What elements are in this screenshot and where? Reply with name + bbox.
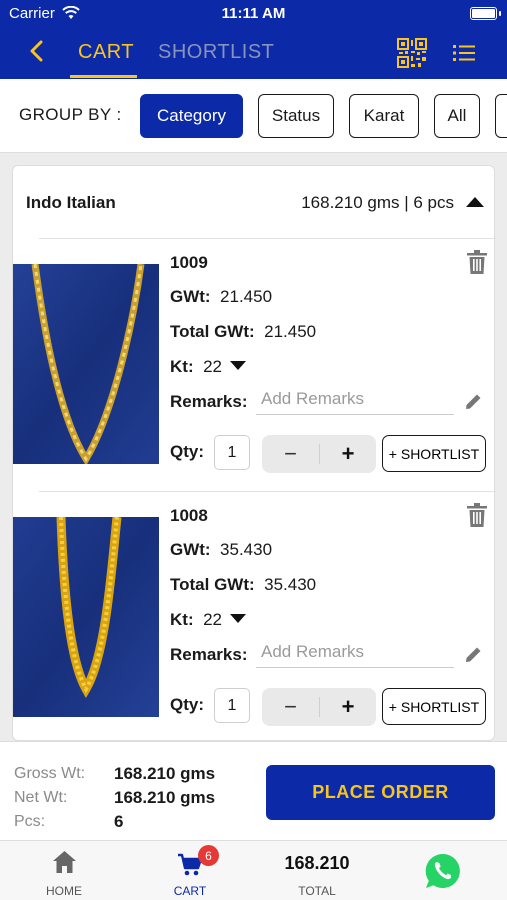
quantity-stepper: − + [262, 688, 376, 726]
qty-field[interactable]: 1 [214, 435, 250, 470]
order-summary: Gross Wt: 168.210 gms Net Wt: 168.210 gm… [0, 741, 507, 840]
group-by-label: GROUP BY : [19, 105, 122, 124]
group-by-bar: GROUP BY : Category Status Karat All [0, 79, 507, 153]
karat-selector[interactable]: Kt: 22 [170, 357, 246, 377]
net-wt-value: 168.210 gms [114, 788, 216, 807]
whatsapp-icon[interactable] [424, 852, 462, 890]
gwt-value: 21.450 [220, 287, 273, 306]
decrement-button[interactable]: − [262, 688, 319, 726]
bottom-tab-bar: HOME CART 6 168.210 TOTAL [0, 840, 507, 900]
pcs-label: Pcs: [14, 813, 46, 830]
gross-weight-row: GWt: 35.430 [170, 540, 272, 560]
kt-label: Kt: [170, 357, 194, 376]
delete-icon[interactable] [467, 250, 487, 274]
tab-cart[interactable]: CART [78, 41, 134, 64]
total-gwt-label: Total GWt: [170, 322, 255, 341]
group-chip-status[interactable]: Status [258, 94, 334, 138]
remarks-input[interactable] [256, 383, 454, 415]
gwt-label: GWt: [170, 287, 211, 306]
group-chip-more[interactable] [495, 94, 507, 138]
decrement-button[interactable]: − [262, 435, 319, 473]
edit-pencil-icon[interactable] [464, 645, 483, 664]
quantity-stepper: − + [262, 435, 376, 473]
tab-total-label: TOTAL [298, 884, 336, 898]
cart-count-badge: 6 [198, 845, 219, 866]
karat-selector[interactable]: Kt: 22 [170, 610, 246, 630]
tab-shortlist[interactable]: SHORTLIST [158, 41, 274, 64]
total-weight-value: 168.210 [284, 853, 350, 873]
total-gwt-value: 21.450 [264, 322, 317, 341]
nav-bar: CART SHORTLIST [0, 28, 507, 79]
group-chip-category[interactable]: Category [140, 94, 243, 138]
remarks-input[interactable] [256, 636, 454, 668]
group-summary: 168.210 gms | 6 pcs [301, 193, 454, 212]
group-chip-karat[interactable]: Karat [349, 94, 419, 138]
edit-pencil-icon[interactable] [464, 392, 483, 411]
remarks-row: Remarks: [170, 392, 248, 412]
pcs-value: 6 [114, 812, 124, 831]
gross-wt-value: 168.210 gms [114, 764, 216, 783]
place-order-button[interactable]: PLACE ORDER [266, 765, 495, 820]
group-card: Indo Italian 168.210 gms | 6 pcs 1009 GW… [12, 165, 496, 741]
remarks-label: Remarks: [170, 645, 248, 664]
status-bar: Carrier 11:11 AM [0, 0, 507, 28]
tab-total[interactable]: 168.210 TOTAL [272, 841, 362, 900]
net-wt-label: Net Wt: [14, 789, 68, 806]
chevron-down-icon[interactable] [229, 361, 246, 370]
battery-icon [470, 7, 501, 20]
increment-button[interactable]: + [320, 435, 376, 473]
chevron-down-icon[interactable] [229, 614, 246, 623]
group-chip-all[interactable]: All [434, 94, 480, 138]
product-image[interactable] [13, 517, 159, 717]
remarks-row: Remarks: [170, 645, 248, 665]
add-to-shortlist-button[interactable]: + SHORTLIST [382, 435, 486, 472]
item-code: 1008 [170, 506, 208, 525]
active-tab-indicator [70, 75, 137, 78]
divider [39, 238, 496, 239]
cart-list[interactable]: Indo Italian 168.210 gms | 6 pcs 1009 GW… [0, 153, 507, 741]
top-bar: Carrier 11:11 AM CART SHORTLIST [0, 0, 507, 79]
delete-icon[interactable] [467, 503, 487, 527]
back-arrow-icon[interactable] [26, 38, 48, 64]
gwt-label: GWt: [170, 540, 211, 559]
gross-weight-row: GWt: 21.450 [170, 287, 272, 307]
tab-cart-bottom[interactable]: CART [150, 841, 230, 900]
cart-item: 1008 GWt: 35.430 Total GWt: 35.430 Kt: 2… [13, 491, 496, 741]
home-icon [53, 851, 76, 873]
list-menu-icon[interactable] [453, 44, 475, 62]
product-image[interactable] [13, 264, 159, 464]
collapse-caret-icon[interactable] [466, 197, 484, 207]
add-to-shortlist-button[interactable]: + SHORTLIST [382, 688, 486, 725]
gross-wt-label: Gross Wt: [14, 765, 86, 782]
group-header[interactable]: Indo Italian 168.210 gms | 6 pcs [13, 166, 496, 238]
tab-home[interactable]: HOME [24, 841, 104, 900]
total-gross-weight-row: Total GWt: 21.450 [170, 322, 316, 342]
kt-value: 22 [203, 357, 222, 376]
qty-label: Qty: [170, 695, 204, 714]
qr-code-icon[interactable] [396, 37, 428, 69]
kt-value: 22 [203, 610, 222, 629]
remarks-label: Remarks: [170, 392, 248, 411]
total-gwt-label: Total GWt: [170, 575, 255, 594]
tab-home-label: HOME [46, 884, 82, 898]
item-code: 1009 [170, 253, 208, 272]
qty-label: Qty: [170, 442, 204, 461]
total-gross-weight-row: Total GWt: 35.430 [170, 575, 316, 595]
tab-cart-label: CART [173, 884, 207, 898]
cart-item: 1009 GWt: 21.450 Total GWt: 21.450 Kt: 2… [13, 238, 496, 491]
qty-field[interactable]: 1 [214, 688, 250, 723]
kt-label: Kt: [170, 610, 194, 629]
group-name: Indo Italian [26, 193, 116, 212]
divider [39, 491, 496, 492]
total-gwt-value: 35.430 [264, 575, 317, 594]
clock: 11:11 AM [221, 5, 286, 22]
increment-button[interactable]: + [320, 688, 376, 726]
gwt-value: 35.430 [220, 540, 273, 559]
